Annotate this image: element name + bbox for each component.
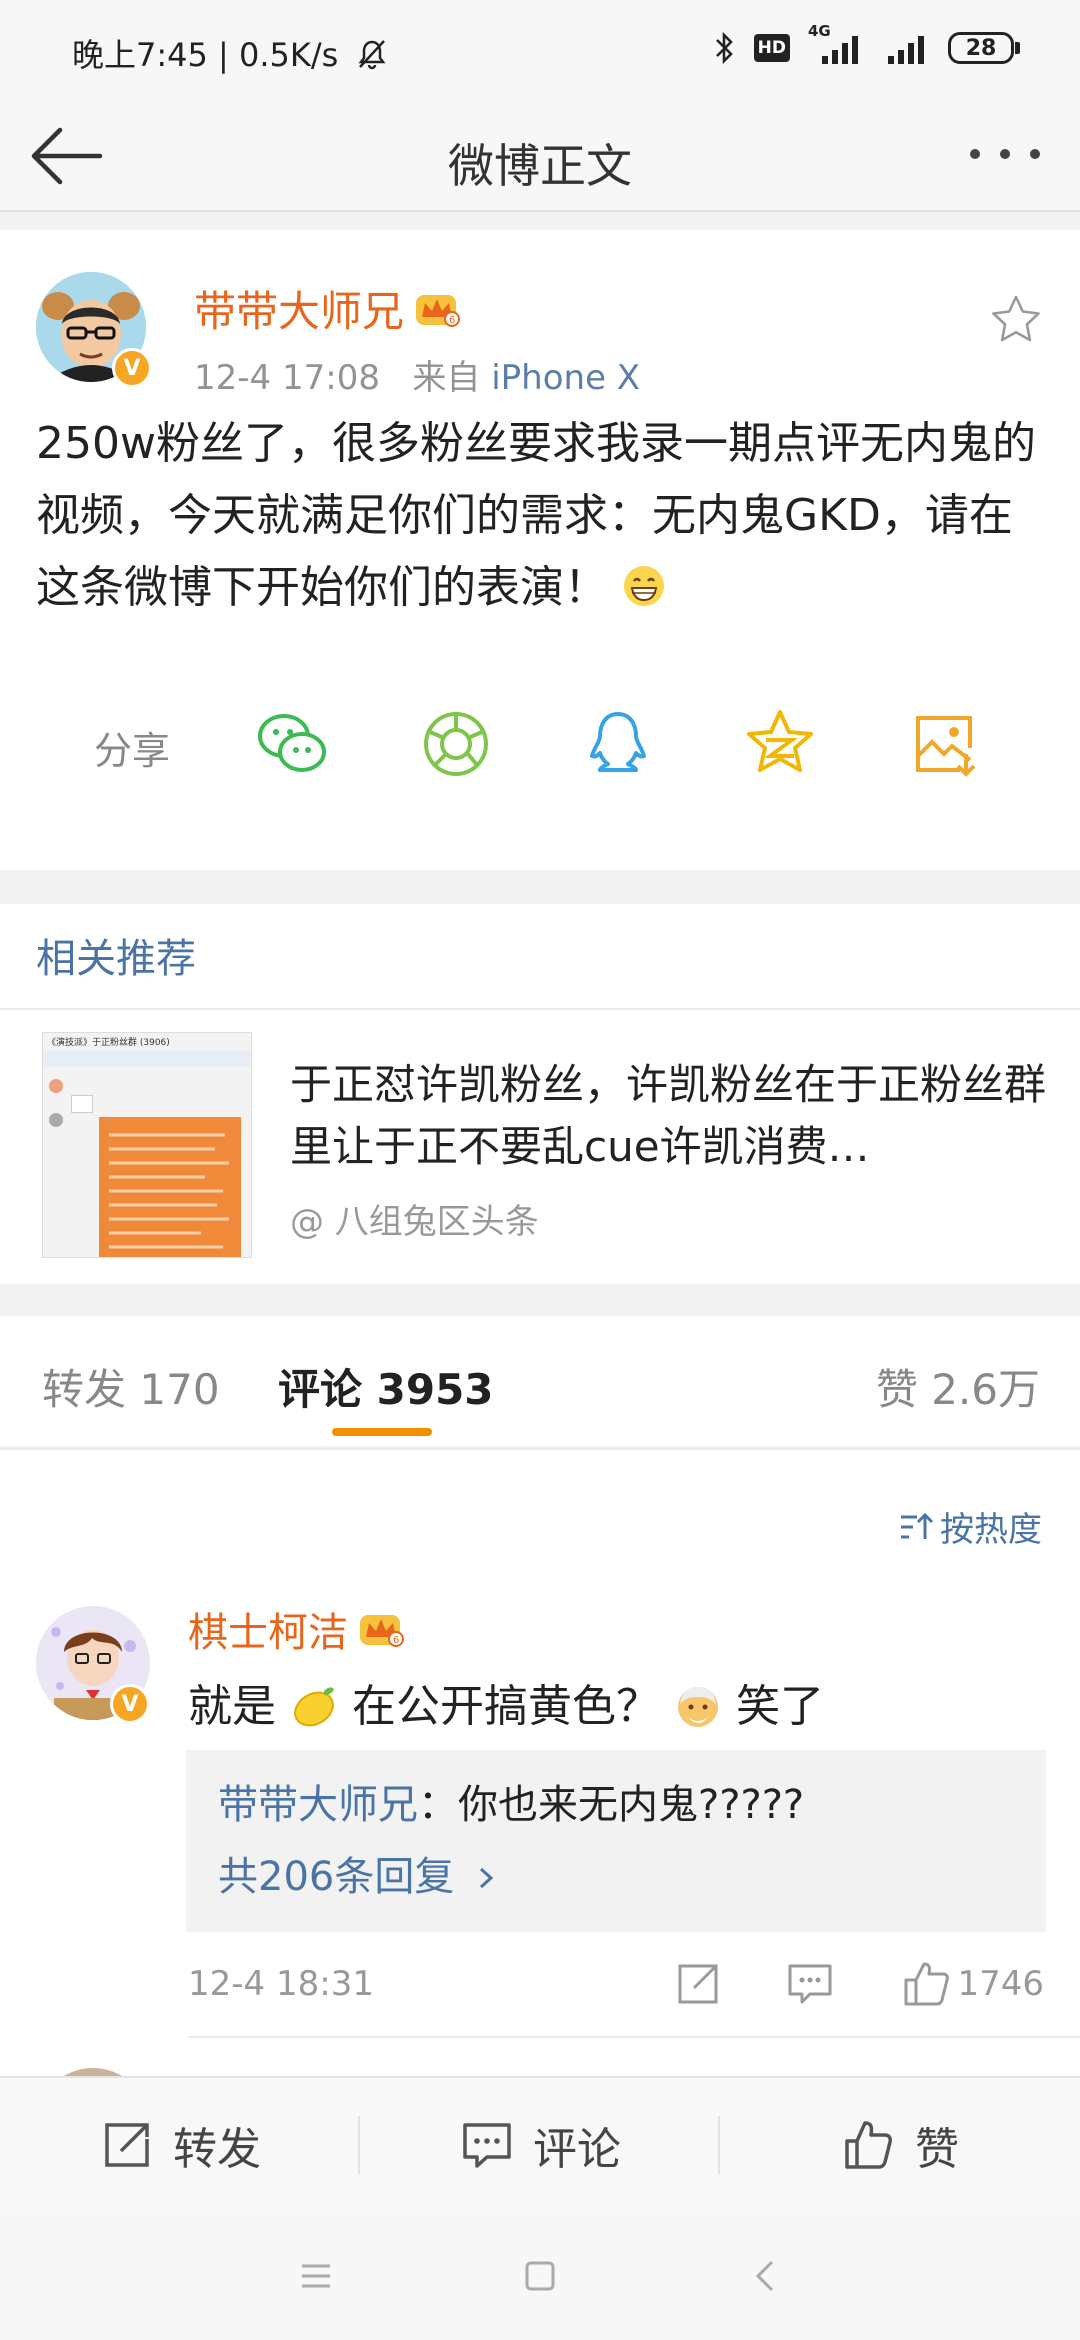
sort-label: 按热度: [940, 1510, 1042, 1550]
comment-like-count: 1746: [957, 1964, 1044, 2004]
tab-likes-label: 赞: [875, 1365, 918, 1414]
verified-badge: V: [112, 348, 152, 388]
weibo-post-card: V 带带大师兄 6 12-4 17:08 来自 iPhone X 250w粉丝了…: [0, 230, 1080, 870]
system-back-icon[interactable]: [736, 2246, 796, 2306]
favorite-star-icon[interactable]: [988, 292, 1044, 348]
recommend-section-title: 相关推荐: [36, 936, 196, 982]
like-comment-icon[interactable]: [896, 1954, 956, 2014]
author-line: 带带大师兄 6: [194, 278, 461, 339]
bottom-action-bar: 转发 评论 赞: [0, 2076, 1080, 2210]
post-from-prefix: 来自: [412, 358, 481, 398]
system-navigation-bar: [0, 2210, 1080, 2340]
more-options-icon[interactable]: [960, 124, 1050, 184]
old-man-emoji-icon: [678, 1687, 718, 1727]
reply-text: ：你也来无内鬼?????: [418, 1782, 805, 1828]
bluetooth-icon: [715, 31, 733, 65]
grin-emoji-icon: [624, 566, 664, 606]
comment-text-middle: 在公开搞黄色？: [352, 1681, 660, 1732]
commenter-verified-badge: V: [110, 1684, 150, 1724]
svg-text:6: 6: [449, 315, 455, 326]
moments-icon[interactable]: [416, 704, 496, 784]
mute-bell-icon: [358, 40, 385, 70]
like-button[interactable]: 赞: [720, 2078, 1080, 2212]
comment-text-before: 就是: [188, 1681, 276, 1732]
qzone-icon[interactable]: [740, 704, 820, 784]
page-title: 微博正文: [448, 139, 632, 193]
status-time: 晚上7:45 | 0.5K/s: [72, 30, 389, 76]
post-body: 250w粉丝了，很多粉丝要求我录一期点评无内鬼的视频，今天就满足你们的需求：无内…: [36, 408, 1046, 624]
save-image-icon[interactable]: [904, 704, 984, 784]
recommend-thumbnail[interactable]: 《演技派》于正粉丝群 (3906): [42, 1032, 252, 1258]
thumbnail-header: 《演技派》于正粉丝群 (3906): [47, 1038, 170, 1048]
svg-text:6: 6: [393, 1635, 399, 1646]
comment-label: 评论: [533, 2124, 621, 2175]
reply-comment-icon[interactable]: [780, 1954, 840, 2014]
reply-count: 共206条回复: [218, 1854, 455, 1900]
view-replies-link[interactable]: 共206条回复: [218, 1844, 499, 1902]
recommend-source: @ 八组兔区头条: [290, 1202, 539, 1242]
author-name[interactable]: 带带大师兄: [194, 278, 404, 339]
hd-badge: HD: [753, 34, 790, 62]
like-label: 赞: [915, 2124, 959, 2175]
post-text: 250w粉丝了，很多粉丝要求我录一期点评无内鬼的视频，今天就满足你们的需求：无内…: [36, 418, 1036, 613]
divider: [188, 2036, 1080, 2038]
comment-button[interactable]: 评论: [360, 2078, 720, 2212]
related-recommend-card: 相关推荐 《演技派》于正粉丝群 (3906) 于正怼许凯粉丝，许凯粉丝在于正粉丝…: [0, 904, 1080, 1284]
tab-reposts[interactable]: 转发 170: [42, 1356, 220, 1417]
repost-label: 转发: [173, 2124, 261, 2175]
thumbs-up-icon: [845, 2121, 892, 2169]
top-nav-bar: 微博正文: [0, 100, 1080, 212]
reply-author[interactable]: 带带大师兄: [218, 1782, 418, 1828]
sort-by-hot-button[interactable]: 按热度: [898, 1502, 1042, 1551]
reply-line: 带带大师兄：你也来无内鬼?????: [218, 1772, 804, 1830]
feedback-tabs: 转发 170 评论 3953 赞 2.6万: [0, 1316, 1080, 1446]
divider: [0, 1008, 1080, 1010]
vip-crown-icon: 6: [360, 1615, 404, 1647]
comment-text-after: 笑了: [736, 1681, 824, 1732]
vip-crown-icon: 6: [416, 294, 461, 327]
commenter-name[interactable]: 棋士柯洁: [188, 1600, 348, 1658]
battery-level: 28: [948, 32, 1014, 64]
repost-button[interactable]: 转发: [0, 2078, 360, 2212]
signal-4g-icon: 4G: [808, 22, 868, 68]
signal-icon: [888, 36, 924, 64]
comment-icon: [463, 2123, 511, 2168]
recommend-title[interactable]: 于正怼许凯粉丝，许凯粉丝在于正粉丝群里让于正不要乱cue许凯消费…: [290, 1054, 1050, 1178]
tab-likes[interactable]: 赞 2.6万: [876, 1356, 1040, 1417]
post-source[interactable]: iPhone X: [491, 358, 640, 398]
wechat-icon[interactable]: [252, 704, 332, 784]
comment-text: 就是 在公开搞黄色？ 笑了: [188, 1670, 824, 1734]
tab-reposts-count: 170: [139, 1365, 220, 1414]
tab-likes-count: 2.6万: [931, 1365, 1040, 1414]
tab-comments[interactable]: 评论 3953: [278, 1356, 494, 1417]
battery-icon: 28: [948, 32, 1020, 64]
tab-reposts-label: 转发: [42, 1365, 127, 1414]
lemon-emoji-icon: [294, 1687, 334, 1727]
qq-icon[interactable]: [578, 704, 658, 784]
reply-preview[interactable]: 带带大师兄：你也来无内鬼????? 共206条回复: [186, 1750, 1046, 1932]
chevron-right-icon: [480, 1867, 494, 1889]
status-icons: HD 4G 28: [712, 22, 1020, 68]
repost-icon: [105, 2123, 149, 2167]
menu-icon[interactable]: [286, 2246, 346, 2306]
post-meta: 12-4 17:08 来自 iPhone X: [194, 350, 640, 399]
sort-icon: [901, 1512, 934, 1539]
home-icon[interactable]: [510, 2246, 570, 2306]
post-date: 12-4 17:08: [194, 358, 380, 398]
status-bar: 晚上7:45 | 0.5K/s HD 4G 28: [0, 0, 1080, 100]
share-comment-icon[interactable]: [668, 1954, 728, 2014]
share-label: 分享: [94, 729, 171, 773]
comment-date: 12-4 18:31: [188, 1964, 374, 2004]
tab-comments-label: 评论: [278, 1365, 363, 1414]
commenter-line: 棋士柯洁 6: [188, 1600, 404, 1658]
status-time-text: 晚上7:45 | 0.5K/s: [72, 36, 339, 74]
active-tab-indicator: [332, 1428, 432, 1436]
tab-comments-count: 3953: [376, 1365, 494, 1414]
comments-section: 按热度 V 棋士柯洁 6 就是 在公开搞黄色？ 笑了 带带大师兄：你也来无内鬼?…: [0, 1448, 1080, 2128]
